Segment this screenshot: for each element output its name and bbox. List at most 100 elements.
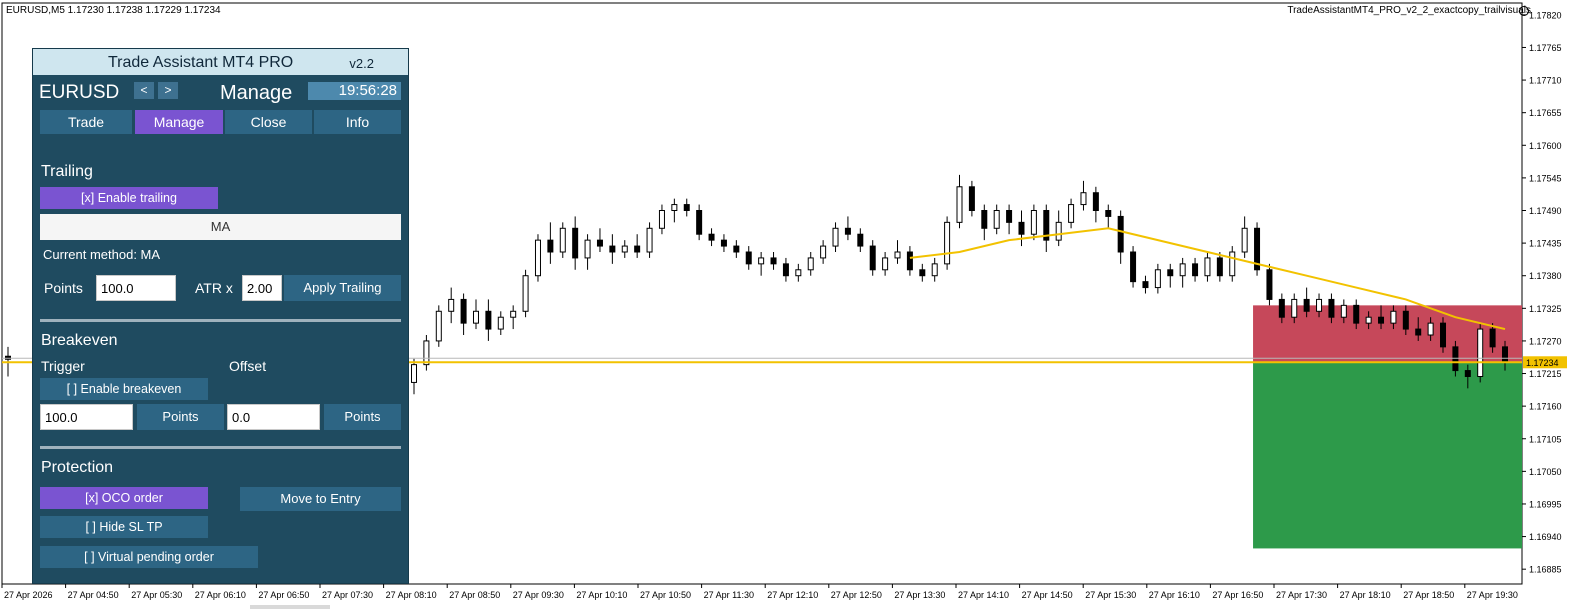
- time-tick-label: 27 Apr 14:50: [1022, 590, 1073, 600]
- candle-body: [634, 245, 641, 253]
- candle-body: [448, 298, 455, 312]
- candle-body: [596, 239, 603, 247]
- candle-body: [919, 269, 926, 277]
- candle-body: [1068, 204, 1075, 223]
- candle-body: [1105, 210, 1112, 217]
- time-tick-label: 27 Apr 06:10: [195, 590, 246, 600]
- time-tick-label: 27 Apr 16:50: [1212, 590, 1263, 600]
- panel-title: Trade Assistant MT4 PRO: [108, 54, 294, 71]
- candle-body: [1030, 210, 1037, 235]
- candle-body: [1192, 263, 1199, 277]
- offset-points-button[interactable]: Points: [324, 404, 401, 430]
- candle-body: [609, 245, 616, 253]
- apply-trailing-button[interactable]: Apply Trailing: [284, 275, 401, 301]
- current-method-label: Current method: MA: [43, 247, 161, 262]
- candle-body: [1167, 269, 1174, 277]
- time-tick-label: 27 Apr 14:10: [958, 590, 1009, 600]
- time-tick-label: 27 Apr 19:30: [1467, 590, 1518, 600]
- price-tick-label: 1.17160: [1529, 402, 1562, 412]
- candle-body: [510, 310, 517, 318]
- tab-info[interactable]: Info: [314, 110, 401, 134]
- trailing-section-title: Trailing: [41, 163, 93, 180]
- candle-body: [1464, 370, 1471, 378]
- price-tick-label: 1.17545: [1529, 173, 1562, 183]
- candle-body: [1006, 210, 1013, 223]
- trailing-method-select[interactable]: MA: [40, 214, 401, 240]
- price-tick-label: 1.16940: [1529, 532, 1562, 542]
- candle-body: [1303, 298, 1310, 312]
- trailing-points-input[interactable]: 100.0: [96, 275, 176, 301]
- chart-scrollbar[interactable]: [250, 605, 330, 609]
- tab-trade[interactable]: Trade: [40, 110, 132, 134]
- time-tick-label: 27 Apr 10:50: [640, 590, 691, 600]
- chart-symbol-header: EURUSD,M5 1.17230 1.17238 1.17229 1.1723…: [6, 5, 221, 16]
- candle-body: [1353, 304, 1360, 324]
- candle-body: [1266, 269, 1273, 300]
- candle-body: [423, 340, 430, 366]
- candle-body: [894, 251, 901, 259]
- price-tick-label: 1.17820: [1529, 10, 1562, 20]
- candle-body: [5, 355, 11, 360]
- candle-body: [869, 245, 876, 271]
- price-tick-label: 1.17105: [1529, 434, 1562, 444]
- candle-body: [745, 251, 752, 265]
- candle-body: [1055, 221, 1062, 241]
- panel-titlebar[interactable]: Trade Assistant MT4 PRO v2.2: [33, 49, 408, 75]
- candle-body: [832, 227, 839, 247]
- candle-body: [857, 233, 864, 247]
- trade-assistant-panel: Trade Assistant MT4 PRO v2.2 EURUSD < > …: [32, 48, 409, 584]
- candle-body: [733, 245, 740, 253]
- time-tick-label: 27 Apr 09:30: [513, 590, 564, 600]
- candle-body: [820, 245, 827, 259]
- candle-body: [646, 227, 653, 253]
- section-divider: [40, 446, 401, 449]
- time-tick-label: 27 Apr 15:30: [1085, 590, 1136, 600]
- enable-breakeven-toggle[interactable]: [ ] Enable breakeven: [40, 378, 208, 400]
- breakeven-trigger-input[interactable]: 100.0: [40, 404, 133, 430]
- oco-order-toggle[interactable]: [x] OCO order: [40, 487, 208, 509]
- candle-body: [931, 263, 938, 277]
- price-tick-label: 1.17435: [1529, 239, 1562, 249]
- time-tick-label: 27 Apr 18:10: [1340, 590, 1391, 600]
- trigger-points-button[interactable]: Points: [137, 404, 224, 430]
- candle-body: [1440, 322, 1447, 348]
- time-tick-label: 27 Apr 07:30: [322, 590, 373, 600]
- time-tick-label: 27 Apr 17:30: [1276, 590, 1327, 600]
- enable-trailing-toggle[interactable]: [x] Enable trailing: [40, 187, 218, 209]
- current-price-label: 1.17234: [1526, 358, 1559, 368]
- candle-body: [1340, 304, 1347, 318]
- hide-sl-tp-toggle[interactable]: [ ] Hide SL TP: [40, 516, 208, 538]
- breakeven-offset-input[interactable]: 0.0: [227, 404, 320, 430]
- candle-body: [1278, 298, 1285, 318]
- chart-window[interactable]: 1.17820 1.17765 1.17710 1.17655 1.17600 1.175…: [0, 0, 1581, 613]
- breakeven-offset-label: Offset: [229, 358, 267, 374]
- trailing-points-label: Points: [44, 280, 83, 296]
- atr-multiplier-input[interactable]: 2.00: [242, 275, 282, 301]
- time-tick-label: 27 Apr 04:50: [68, 590, 119, 600]
- price-tick-label: 1.17490: [1529, 206, 1562, 216]
- next-symbol-button[interactable]: >: [158, 82, 178, 99]
- prev-symbol-button[interactable]: <: [134, 82, 154, 99]
- virtual-pending-order-toggle[interactable]: [ ] Virtual pending order: [40, 546, 258, 568]
- candle-body: [993, 210, 1000, 229]
- time-tick-label: 27 Apr 18:50: [1403, 590, 1454, 600]
- candle-body: [1229, 251, 1236, 277]
- candle-body: [435, 310, 442, 342]
- move-to-entry-button[interactable]: Move to Entry: [240, 487, 401, 511]
- tab-manage[interactable]: Manage: [135, 110, 223, 134]
- candle-body: [584, 239, 591, 259]
- candle-body: [968, 186, 975, 212]
- candle-body: [1291, 298, 1298, 318]
- candle-body: [1117, 215, 1124, 253]
- candle-body: [770, 257, 777, 265]
- candle-body: [1390, 310, 1397, 324]
- candle-body: [1502, 346, 1508, 363]
- tab-close[interactable]: Close: [225, 110, 312, 134]
- time-tick-label: 27 Apr 05:30: [131, 590, 182, 600]
- candle-body: [1316, 298, 1323, 312]
- smiley-icon[interactable]: [1519, 6, 1529, 16]
- breakeven-trigger-label: Trigger: [41, 358, 85, 374]
- candle-body: [1415, 328, 1422, 336]
- symbol-label: EURUSD: [39, 82, 120, 103]
- breakeven-section-title: Breakeven: [41, 332, 118, 349]
